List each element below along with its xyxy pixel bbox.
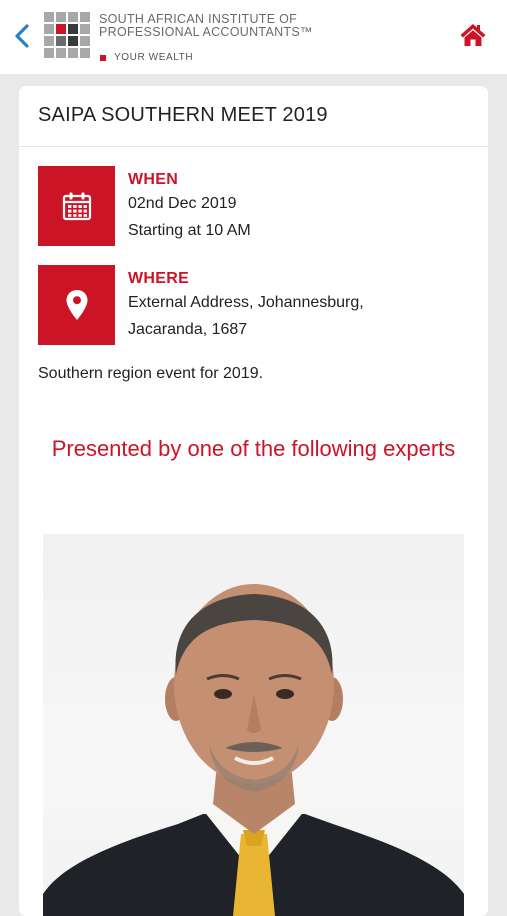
event-card: SAIPA SOUTHERN MEET 2019 WHEN 02nd Dec 2… (19, 86, 488, 916)
address-line1: External Address, Johannesburg, (128, 294, 364, 311)
calendar-icon (62, 192, 91, 221)
chevron-left-icon (15, 24, 29, 48)
logo-text-line1: SOUTH AFRICAN INSTITUTE OF (99, 12, 298, 26)
presenters-heading: Presented by one of the following expert… (51, 436, 456, 461)
logo-tagline-text: YOUR WEALTH (114, 52, 194, 63)
presenter-photo[interactable] (43, 534, 464, 916)
when-icon-box (38, 166, 115, 246)
event-title: SAIPA SOUTHERN MEET 2019 (38, 104, 328, 126)
address-line2: Jacaranda, 1687 (128, 321, 248, 338)
tagline-bullet (100, 54, 106, 61)
title-divider (19, 146, 488, 147)
where-label: WHERE (128, 270, 190, 287)
saipa-logo: SOUTH AFRICAN INSTITUTE OF PROFESSIONAL … (44, 12, 324, 64)
event-date: 02nd Dec 2019 (128, 195, 237, 212)
presenter-portrait (43, 584, 464, 916)
event-description: Southern region event for 2019. (38, 365, 264, 382)
event-time: Starting at 10 AM (128, 222, 251, 239)
home-button[interactable] (459, 22, 487, 48)
home-icon (460, 24, 486, 46)
when-label: WHEN (128, 171, 179, 188)
logo-tagline: YOUR WEALTH (100, 52, 193, 63)
logo-grid-mark (44, 12, 92, 60)
logo-text-line2: PROFESSIONAL ACCOUNTANTS™ (99, 25, 313, 39)
back-button[interactable] (8, 20, 36, 52)
when-details: WHEN 02nd Dec 2019 Starting at 10 AM (128, 170, 468, 244)
top-bar: SOUTH AFRICAN INSTITUTE OF PROFESSIONAL … (0, 0, 507, 74)
where-details: WHERE External Address, Johannesburg, Ja… (128, 269, 468, 343)
map-pin-icon (66, 290, 87, 320)
where-icon-box (38, 265, 115, 345)
